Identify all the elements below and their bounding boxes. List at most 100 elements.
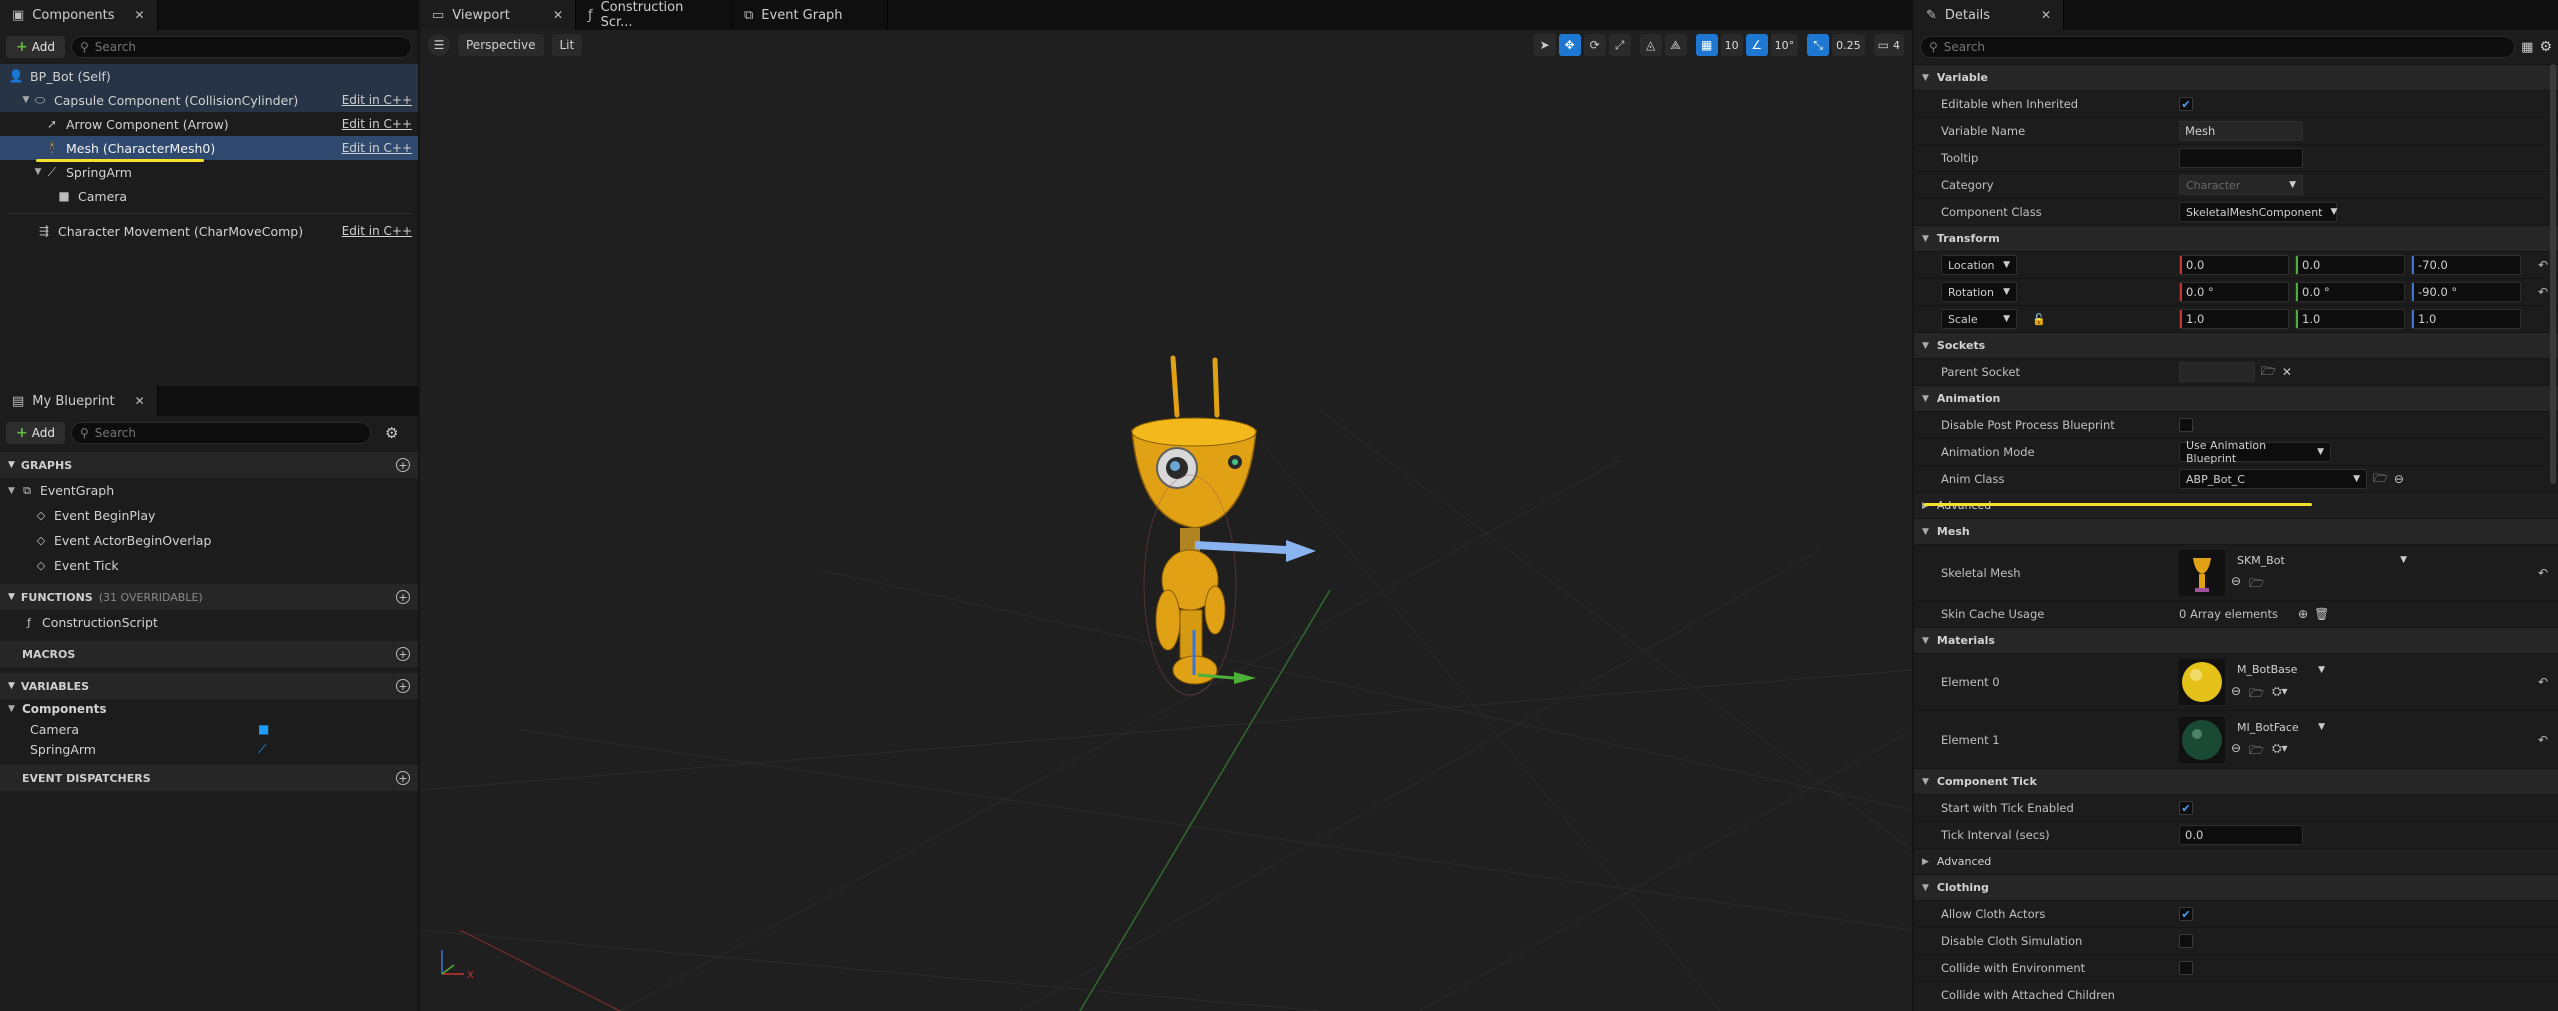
tab-viewport[interactable]: ▭ Viewport ✕ — [420, 0, 576, 30]
components-search-input[interactable] — [94, 40, 403, 54]
trash-icon[interactable]: 🗑 — [2314, 607, 2329, 621]
material-1-dropdown[interactable]: MI_BotFace ▼ — [2231, 717, 2331, 737]
add-macro-icon[interactable]: + — [396, 647, 410, 661]
disable-post-process-checkbox[interactable] — [2179, 418, 2193, 432]
skeletal-mesh-thumbnail[interactable] — [2179, 549, 2225, 596]
grid-snap-icon[interactable]: ▦ — [1695, 34, 1718, 56]
anim-class-dropdown[interactable]: ABP_Bot_C ▼ — [2179, 469, 2367, 489]
collide-with-env-checkbox[interactable] — [2179, 961, 2193, 975]
graph-item-beginplay[interactable]: ◇ Event BeginPlay — [0, 503, 418, 528]
section-variable[interactable]: ▼ Variable — [1914, 64, 2558, 90]
use-selected-icon[interactable]: ⊖ — [2231, 574, 2241, 595]
close-icon[interactable]: ✕ — [2041, 8, 2051, 22]
reset-icon[interactable]: ↶ — [2538, 566, 2548, 580]
tree-item-charmove[interactable]: ⇶ Character Movement (CharMoveComp) Edit… — [0, 219, 418, 243]
tree-item-arrow[interactable]: ➚ Arrow Component (Arrow) Edit in C++ — [0, 112, 418, 136]
add-blueprint-item-button[interactable]: + Add — [6, 422, 65, 444]
details-search-input[interactable] — [1943, 40, 2507, 54]
graph-item-eventgraph[interactable]: ▼ ⧉ EventGraph — [0, 478, 418, 503]
add-variable-icon[interactable]: + — [396, 679, 410, 693]
material-1-thumbnail[interactable] — [2179, 716, 2225, 763]
variable-item-springarm[interactable]: SpringArm ⟋ — [0, 739, 418, 759]
details-search[interactable]: ⚲ — [1920, 36, 2516, 58]
camera-speed-icon[interactable]: ▭ 4 — [1873, 34, 1904, 56]
use-selected-icon[interactable]: ⊖ — [2231, 684, 2241, 705]
add-function-icon[interactable]: + — [396, 590, 410, 604]
tab-event-graph[interactable]: ⧉ Event Graph — [732, 0, 888, 30]
edit-in-cpp-link[interactable]: Edit in C++ — [342, 117, 412, 131]
rotation-y-field[interactable]: 0.0 ° — [2295, 282, 2405, 302]
edit-in-cpp-link[interactable]: Edit in C++ — [342, 224, 412, 238]
tab-construction-script[interactable]: ƒ Construction Scr... — [576, 0, 732, 30]
rotation-snap-value[interactable]: 10° — [1770, 34, 1799, 56]
select-mode-icon[interactable]: ➤ — [1533, 34, 1556, 56]
location-z-field[interactable]: -70.0 — [2411, 255, 2521, 275]
surface-snap-icon[interactable]: ⟁ — [1664, 34, 1687, 56]
close-icon[interactable]: ✕ — [135, 394, 145, 408]
graph-item-actorbeginoverlap[interactable]: ◇ Event ActorBeginOverlap — [0, 528, 418, 553]
use-selected-icon[interactable]: ⊖ — [2394, 472, 2404, 486]
category-dropdown[interactable]: Character ▼ — [2179, 175, 2303, 195]
add-dispatcher-icon[interactable]: + — [396, 771, 410, 785]
section-sockets[interactable]: ▼ Sockets — [1914, 332, 2558, 358]
tree-item-mesh[interactable]: 🕴 Mesh (CharacterMesh0) Edit in C++ — [0, 136, 418, 160]
variables-section-header[interactable]: ▼ VARIABLES + — [0, 673, 418, 699]
translate-mode-icon[interactable]: ✥ — [1558, 34, 1581, 56]
variables-group-components[interactable]: ▼ Components — [0, 699, 418, 719]
section-mesh[interactable]: ▼ Mesh — [1914, 518, 2558, 544]
function-item-constructionscript[interactable]: ƒ ConstructionScript — [0, 610, 418, 635]
perspective-button[interactable]: Perspective — [458, 34, 544, 56]
tick-interval-field[interactable]: 0.0 — [2179, 825, 2303, 845]
variable-name-field[interactable]: Mesh — [2179, 121, 2303, 141]
chevron-down-icon[interactable]: ▼ — [20, 95, 32, 105]
rotate-mode-icon[interactable]: ⟳ — [1583, 34, 1606, 56]
material-options-icon[interactable]: ⛭▾ — [2272, 684, 2288, 705]
chevron-down-icon[interactable]: ▼ — [32, 167, 44, 177]
edit-in-cpp-link[interactable]: Edit in C++ — [342, 141, 412, 155]
add-component-button[interactable]: + Add — [6, 36, 65, 58]
tooltip-field[interactable] — [2179, 148, 2303, 168]
material-options-icon[interactable]: ⛭▾ — [2272, 741, 2288, 762]
allow-cloth-actors-checkbox[interactable]: ✔ — [2179, 907, 2193, 921]
clear-x-icon[interactable]: ✕ — [2282, 365, 2292, 379]
coordinate-space-icon[interactable]: ◬ — [1639, 34, 1662, 56]
gear-icon[interactable]: ⚙ — [385, 424, 398, 442]
viewport-scene[interactable]: X — [420, 30, 1912, 1011]
material-0-thumbnail[interactable] — [2179, 659, 2225, 705]
myblueprint-search-input[interactable] — [94, 426, 362, 440]
table-view-icon[interactable]: ▦ — [2521, 40, 2533, 55]
reset-icon[interactable]: ↶ — [2538, 258, 2548, 272]
scale-mode-dropdown[interactable]: Scale ▼ — [1941, 309, 2017, 329]
scale-snap-icon[interactable]: ⤡ — [1807, 34, 1830, 56]
rotation-z-field[interactable]: -90.0 ° — [2411, 282, 2521, 302]
close-icon[interactable]: ✕ — [135, 8, 145, 22]
rotation-mode-dropdown[interactable]: Rotation ▼ — [1941, 282, 2017, 302]
location-y-field[interactable]: 0.0 — [2295, 255, 2405, 275]
browse-folder-icon[interactable]: 🗁 — [2249, 574, 2264, 595]
gear-icon[interactable]: ⚙ — [2539, 39, 2552, 55]
grid-snap-value[interactable]: 10 — [1720, 34, 1743, 56]
browse-folder-icon[interactable]: 🗁 — [2249, 741, 2264, 762]
location-mode-dropdown[interactable]: Location ▼ — [1941, 255, 2017, 275]
lock-icon[interactable]: 🔓 — [2032, 313, 2046, 326]
components-search[interactable]: ⚲ — [70, 36, 412, 58]
skeletal-mesh-dropdown[interactable]: SKM_Bot ▼ — [2231, 550, 2413, 570]
section-clothing[interactable]: ▼ Clothing — [1914, 874, 2558, 900]
scale-mode-icon[interactable]: ⤢ — [1608, 34, 1631, 56]
variable-item-camera[interactable]: Camera ■ — [0, 719, 418, 739]
material-0-dropdown[interactable]: M_BotBase ▼ — [2231, 659, 2331, 680]
scale-snap-value[interactable]: 0.25 — [1832, 34, 1865, 56]
tab-details[interactable]: ✎ Details ✕ — [1914, 0, 2064, 30]
reset-icon[interactable]: ↶ — [2538, 285, 2548, 299]
scale-z-field[interactable]: 1.0 — [2411, 309, 2521, 329]
component-class-dropdown[interactable]: SkeletalMeshComponent ▼ — [2179, 202, 2337, 222]
use-selected-icon[interactable]: ⊖ — [2231, 741, 2241, 762]
tree-item-capsule[interactable]: ▼ ⬭ Capsule Component (CollisionCylinder… — [0, 88, 418, 112]
edit-in-cpp-link[interactable]: Edit in C++ — [342, 93, 412, 107]
browse-folder-icon[interactable]: 🗁 — [2373, 469, 2388, 490]
section-transform[interactable]: ▼ Transform — [1914, 225, 2558, 251]
tab-components[interactable]: ▣ Components ✕ — [0, 0, 158, 30]
scale-y-field[interactable]: 1.0 — [2295, 309, 2405, 329]
reset-icon[interactable]: ↶ — [2538, 733, 2548, 747]
tree-item-springarm[interactable]: ▼ ⟋ SpringArm — [0, 160, 418, 184]
